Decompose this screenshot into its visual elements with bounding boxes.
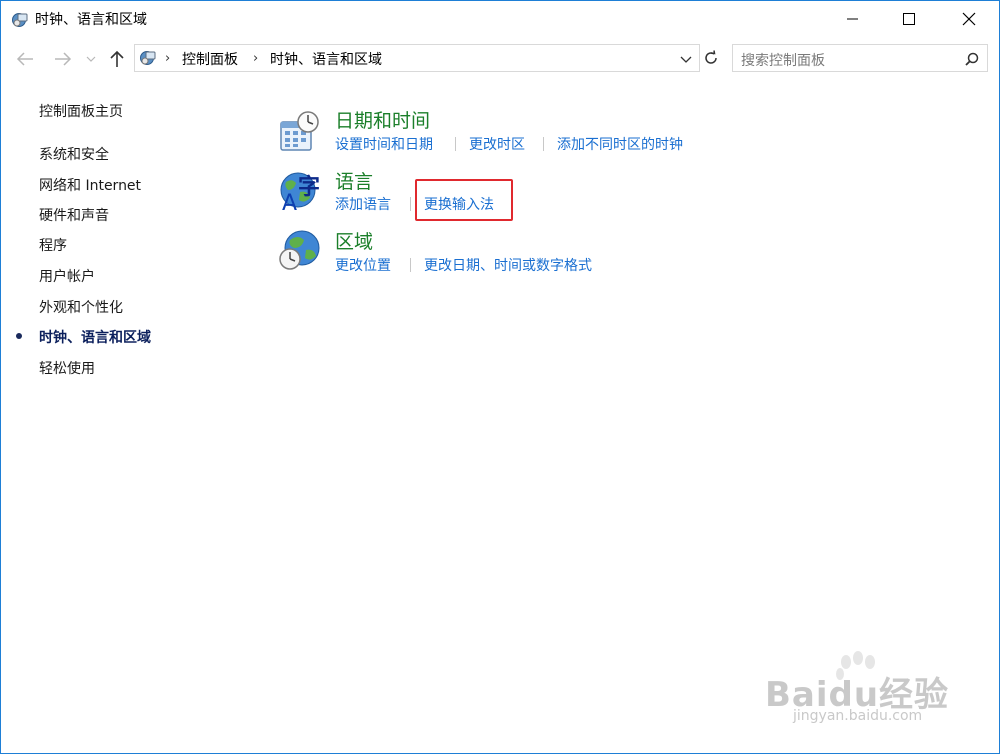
globe-clock-icon[interactable] [278,228,322,272]
link-divider [410,258,411,272]
link-change-location[interactable]: 更改位置 [335,255,391,275]
link-add-clocks[interactable]: 添加不同时区的时钟 [557,134,683,154]
link-change-formats[interactable]: 更改日期、时间或数字格式 [424,255,592,275]
sidebar-item-home[interactable]: 控制面板主页 [39,101,123,121]
control-panel-icon [11,11,29,29]
close-icon [962,12,976,26]
breadcrumb-separator-icon[interactable]: › [253,51,258,66]
svg-text:字: 字 [298,174,320,200]
refresh-icon [705,50,717,64]
svg-text:A: A [282,191,297,212]
category-title-language[interactable]: 语言 [335,167,373,194]
current-item-bullet-icon [16,333,22,339]
arrow-up-icon [110,50,124,67]
minimize-icon [847,18,858,20]
breadcrumb-control-panel[interactable]: 控制面板 [182,49,238,69]
window-frame [0,0,1000,754]
address-dropdown-button[interactable] [679,51,693,65]
annotation-highlight-box [415,179,513,221]
arrow-right-icon [55,52,72,66]
category-title-region[interactable]: 区域 [335,227,373,254]
chevron-down-icon [86,56,96,62]
search-box[interactable]: 搜索控制面板 [732,44,988,72]
link-set-time-date[interactable]: 设置时间和日期 [335,134,433,154]
maximize-button[interactable] [886,0,932,38]
sidebar-item-clock-language-region: 时钟、语言和区域 [39,330,151,346]
breadcrumb-current[interactable]: 时钟、语言和区域 [270,49,382,69]
maximize-icon [903,13,915,25]
sidebar-item-network[interactable]: 网络和 Internet [39,175,141,195]
chevron-down-icon [680,56,692,63]
refresh-button[interactable] [700,44,722,72]
search-icon[interactable] [965,51,979,66]
calendar-clock-icon[interactable] [278,110,322,154]
link-divider [455,137,456,151]
category-title-date-time[interactable]: 日期和时间 [335,106,430,133]
sidebar-item-user-accounts[interactable]: 用户帐户 [39,266,95,286]
address-bar[interactable]: › 控制面板 › 时钟、语言和区域 [134,44,700,72]
control-panel-icon [139,49,157,67]
link-divider [543,137,544,151]
sidebar-item-programs[interactable]: 程序 [39,235,67,255]
watermark-url: jingyan.baidu.com [793,708,923,724]
sidebar-item-hardware-sound[interactable]: 硬件和声音 [39,205,109,225]
up-button[interactable] [106,48,128,70]
link-change-time-zone[interactable]: 更改时区 [469,134,525,154]
back-button[interactable] [14,48,36,70]
sidebar-item-appearance[interactable]: 外观和个性化 [39,297,123,317]
forward-button[interactable] [52,48,74,70]
link-divider [410,197,411,211]
recent-locations-button[interactable] [84,48,98,70]
search-placeholder[interactable]: 搜索控制面板 [741,50,825,70]
window-title: 时钟、语言和区域 [35,12,147,28]
sidebar-item-system-security[interactable]: 系统和安全 [39,144,109,164]
breadcrumb-separator-icon[interactable]: › [165,51,170,66]
close-button[interactable] [946,0,992,38]
arrow-left-icon [16,52,33,66]
sidebar-item-ease-of-access[interactable]: 轻松使用 [39,358,95,378]
title-bar[interactable]: 时钟、语言和区域 [0,0,1000,38]
link-add-language[interactable]: 添加语言 [335,194,391,214]
globe-language-icon[interactable]: 字 A [278,168,322,216]
minimize-button[interactable] [830,0,876,38]
